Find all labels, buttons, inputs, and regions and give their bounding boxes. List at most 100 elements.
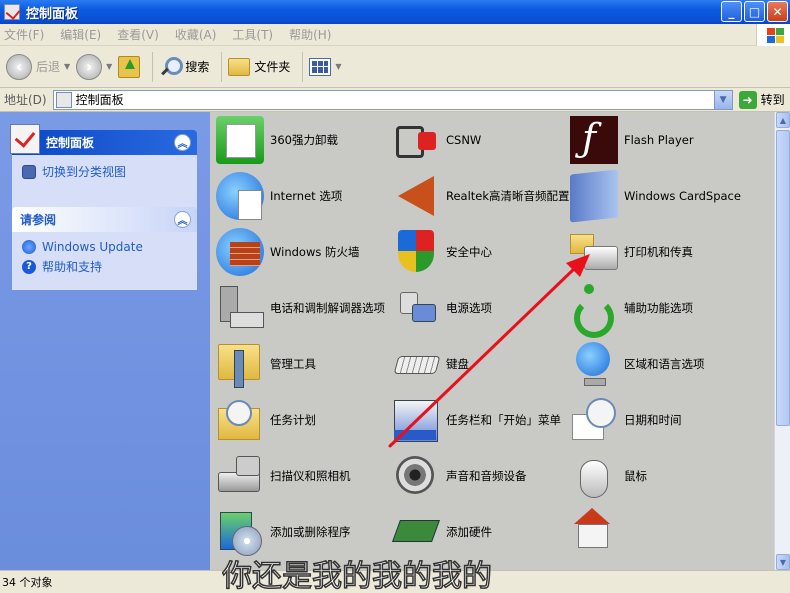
- scroll-thumb[interactable]: [776, 130, 790, 426]
- menu-view[interactable]: 查看(V): [117, 26, 159, 43]
- item-mouse[interactable]: 鼠标: [570, 450, 748, 502]
- item-add-remove-programs[interactable]: 添加或删除程序: [216, 506, 394, 558]
- minimize-button[interactable]: _: [721, 1, 742, 22]
- close-button[interactable]: ✕: [767, 1, 788, 22]
- item-security-center[interactable]: 安全中心: [392, 226, 570, 278]
- address-input[interactable]: 控制面板 ▼: [52, 89, 733, 110]
- item-admin-tools[interactable]: 管理工具: [216, 338, 394, 390]
- item-phone-modem[interactable]: 电话和调制解调器选项: [216, 282, 394, 334]
- item-label: 添加或删除程序: [270, 524, 351, 539]
- item-power-options[interactable]: 电源选项: [392, 282, 570, 334]
- back-dropdown-icon[interactable]: ▼: [64, 62, 70, 71]
- sound-audio-icon: [392, 452, 440, 500]
- cardspace-icon: [570, 169, 618, 223]
- admin-tools-icon: [216, 340, 264, 388]
- item-accessibility[interactable]: 辅助功能选项: [570, 282, 748, 338]
- scheduled-tasks-icon: [216, 396, 264, 444]
- item-label: 任务计划: [270, 412, 316, 427]
- collapse-chevron-icon[interactable]: ︽: [174, 134, 191, 151]
- item-taskbar-start-menu[interactable]: 任务栏和「开始」菜单: [392, 394, 570, 446]
- item-windows-firewall[interactable]: Windows 防火墙: [216, 226, 394, 278]
- item-scheduled-tasks[interactable]: 任务计划: [216, 394, 394, 446]
- address-bar: 地址(D) 控制面板 ▼ ➜ 转到: [0, 88, 790, 112]
- views-dropdown-icon[interactable]: ▼: [335, 62, 341, 71]
- menu-file[interactable]: 文件(F): [4, 26, 44, 43]
- forward-button[interactable]: › ▼: [76, 53, 112, 80]
- scroll-up-button[interactable]: ▲: [776, 112, 790, 128]
- toolbar: ‹ 后退 ▼ › ▼ 搜索 文件夹 ▼: [0, 46, 790, 88]
- title-bar: 控制面板 _ □ ✕: [0, 0, 790, 24]
- item-keyboard[interactable]: 键盘: [392, 338, 570, 390]
- item-add-hardware[interactable]: 添加硬件: [392, 506, 570, 558]
- item-label: 辅助功能选项: [624, 300, 693, 315]
- item-label: 360强力卸载: [270, 132, 338, 147]
- help-icon: ?: [22, 259, 36, 274]
- item-user-accounts[interactable]: [570, 506, 748, 558]
- vertical-scrollbar[interactable]: ▲ ▼: [774, 112, 790, 570]
- menu-help[interactable]: 帮助(H): [289, 26, 331, 43]
- item-sound-audio[interactable]: 声音和音频设备: [392, 450, 570, 502]
- forward-dropdown-icon[interactable]: ▼: [106, 62, 112, 71]
- item-label: 键盘: [446, 356, 469, 371]
- maximize-button[interactable]: □: [744, 1, 765, 22]
- menu-favorites[interactable]: 收藏(A): [175, 26, 217, 43]
- realtek-audio-icon: [392, 172, 440, 220]
- go-arrow-icon: ➜: [738, 90, 757, 109]
- menu-tools[interactable]: 工具(T): [232, 26, 273, 43]
- printer-icon: [570, 228, 618, 276]
- control-panel-icon: [10, 124, 40, 154]
- scroll-down-button[interactable]: ▼: [776, 554, 790, 570]
- item-label: Internet 选项: [270, 188, 343, 203]
- item-csnw[interactable]: CSNW: [392, 114, 570, 166]
- task-label: 切换到分类视图: [42, 165, 127, 179]
- toolbar-separator: [221, 51, 223, 82]
- address-dropdown-icon[interactable]: ▼: [713, 90, 732, 109]
- item-scanners-cameras[interactable]: 扫描仪和照相机: [216, 450, 394, 502]
- flash-icon: [570, 116, 618, 164]
- item-internet-options[interactable]: Internet 选项: [216, 170, 394, 222]
- object-count: 34 个对象: [2, 576, 53, 589]
- panel-header[interactable]: 控制面板 ︽: [10, 124, 197, 155]
- item-label: 鼠标: [624, 468, 647, 483]
- task-switch-category-view[interactable]: 切换到分类视图: [22, 163, 187, 180]
- up-folder-icon: [118, 55, 141, 78]
- go-button[interactable]: ➜ 转到: [738, 90, 785, 109]
- firewall-icon: [216, 228, 264, 276]
- task-windows-update[interactable]: Windows Update: [22, 240, 187, 254]
- see-also-panel: 请参阅 ︽ Windows Update ? 帮助和支持: [12, 207, 197, 290]
- forward-arrow-icon: ›: [76, 53, 103, 80]
- views-button[interactable]: ▼: [309, 57, 342, 76]
- item-realtek-audio[interactable]: Realtek高清晰音频配置: [392, 170, 570, 222]
- item-windows-cardspace[interactable]: Windows CardSpace: [570, 169, 748, 223]
- windows-logo-icon: [756, 24, 790, 46]
- control-panel-panel: 控制面板 ︽ 切换到分类视图: [10, 124, 197, 210]
- item-printers-faxes[interactable]: 打印机和传真: [570, 226, 748, 278]
- folders-button[interactable]: 文件夹: [228, 57, 290, 76]
- menu-edit[interactable]: 编辑(E): [60, 26, 101, 43]
- item-label: Windows 防火墙: [270, 244, 360, 259]
- back-button[interactable]: ‹ 后退 ▼: [6, 53, 70, 80]
- item-label: 电源选项: [446, 300, 492, 315]
- up-button[interactable]: [118, 55, 141, 78]
- item-label: 管理工具: [270, 356, 316, 371]
- back-label: 后退: [36, 60, 61, 74]
- internet-options-icon: [216, 172, 264, 220]
- toolbar-separator: [302, 51, 304, 82]
- views-icon: [309, 57, 332, 76]
- item-360-uninstall[interactable]: 360强力卸载: [216, 114, 394, 166]
- go-label: 转到: [760, 93, 785, 107]
- item-region-language[interactable]: 区域和语言选项: [570, 338, 748, 390]
- item-date-time[interactable]: 日期和时间: [570, 394, 748, 446]
- task-help-support[interactable]: ? 帮助和支持: [22, 258, 187, 275]
- item-flash-player[interactable]: Flash Player: [570, 114, 748, 166]
- control-panel-icon: [55, 91, 72, 108]
- task-label: 帮助和支持: [42, 260, 103, 274]
- search-button[interactable]: 搜索: [159, 56, 209, 78]
- search-label: 搜索: [185, 60, 210, 74]
- folder-icon: [228, 57, 251, 76]
- panel-body: Windows Update ? 帮助和支持: [12, 232, 197, 290]
- panel-header[interactable]: 请参阅 ︽: [12, 207, 197, 232]
- collapse-chevron-icon[interactable]: ︽: [174, 211, 191, 228]
- control-panel-items: 360强力卸载 CSNW Flash Player Internet 选项 Re…: [210, 112, 774, 570]
- item-label: 日期和时间: [624, 412, 682, 427]
